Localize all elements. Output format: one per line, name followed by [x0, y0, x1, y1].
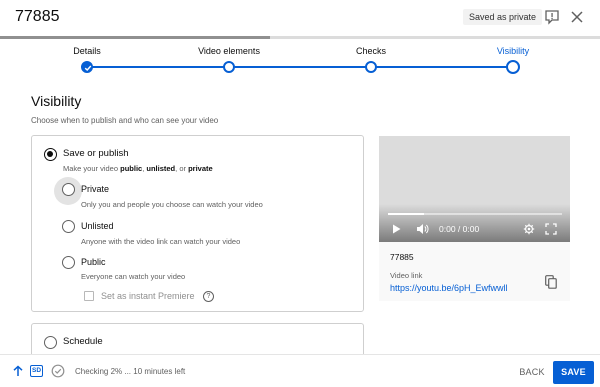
video-link-label: Video link: [390, 271, 423, 280]
step-dot-details[interactable]: [81, 61, 93, 73]
settings-gear-icon[interactable]: [523, 223, 535, 235]
dialog-header: 77885 Saved as private: [0, 0, 600, 34]
step-dot-checks[interactable]: [365, 61, 377, 73]
stepper: Details Video elements Checks Visibility: [0, 40, 600, 80]
save-or-publish-card: Save or publish Make your video public, …: [31, 135, 364, 312]
step-label-checks[interactable]: Checks: [356, 46, 386, 56]
player-controls-shade: [379, 204, 570, 242]
copy-icon[interactable]: [545, 275, 557, 289]
video-link[interactable]: https://youtu.be/6pH_Ewfwwll: [390, 283, 508, 293]
step-label-details[interactable]: Details: [73, 46, 101, 56]
step-label-visibility[interactable]: Visibility: [497, 46, 529, 56]
public-label: Public: [81, 257, 106, 267]
step-label-video-elements[interactable]: Video elements: [198, 46, 260, 56]
video-player[interactable]: 0:00 / 0:00: [379, 136, 570, 242]
flag-feedback-icon[interactable]: [544, 9, 560, 25]
upload-progress-bar: [0, 36, 600, 39]
back-button[interactable]: BACK: [514, 361, 550, 383]
check-icon: [84, 65, 92, 71]
volume-icon[interactable]: [416, 223, 429, 235]
section-subtitle: Choose when to publish and who can see y…: [31, 116, 219, 125]
upload-icon: [13, 365, 23, 376]
video-title: 77885: [15, 8, 60, 25]
unlisted-label: Unlisted: [81, 221, 114, 231]
fullscreen-icon[interactable]: [545, 223, 557, 235]
play-icon[interactable]: [390, 223, 402, 235]
private-radio[interactable]: [62, 183, 75, 196]
save-or-publish-radio[interactable]: [44, 148, 57, 161]
save-or-publish-label: Save or publish: [63, 148, 129, 159]
stepper-line: [87, 66, 513, 68]
video-scrubber[interactable]: [388, 213, 562, 215]
help-icon[interactable]: ?: [203, 291, 214, 302]
unlisted-desc: Anyone with the video link can watch you…: [81, 237, 241, 246]
instant-premiere-checkbox[interactable]: [84, 291, 94, 301]
private-label: Private: [81, 184, 110, 194]
close-icon[interactable]: [569, 9, 585, 25]
video-time: 0:00 / 0:00: [439, 224, 480, 234]
upload-progress-fill: [0, 36, 270, 39]
private-desc: Only you and people you choose can watch…: [81, 200, 263, 209]
instant-premiere-label: Set as instant Premiere: [101, 291, 195, 301]
save-button[interactable]: SAVE: [553, 361, 594, 384]
dialog-footer: SD Checking 2% ... 10 minutes left BACK …: [0, 354, 600, 387]
saved-status-badge: Saved as private: [463, 9, 543, 25]
unlisted-radio[interactable]: [62, 220, 75, 233]
video-id: 77885: [390, 252, 414, 262]
video-scrubber-fill: [388, 213, 424, 215]
public-desc: Everyone can watch your video: [81, 272, 186, 281]
section-title: Visibility: [31, 93, 82, 109]
step-dot-video-elements[interactable]: [223, 61, 235, 73]
sd-quality-icon: SD: [30, 365, 43, 377]
step-dot-visibility[interactable]: [506, 60, 520, 74]
upload-status-text: Checking 2% ... 10 minutes left: [75, 367, 186, 376]
schedule-radio[interactable]: [44, 336, 57, 349]
save-or-publish-desc: Make your video public, unlisted, or pri…: [63, 164, 213, 173]
public-radio[interactable]: [62, 256, 75, 269]
schedule-label: Schedule: [63, 336, 103, 347]
video-preview-panel: 0:00 / 0:00 77885 Video link https://you…: [379, 136, 570, 301]
checks-status-icon: [51, 364, 65, 378]
